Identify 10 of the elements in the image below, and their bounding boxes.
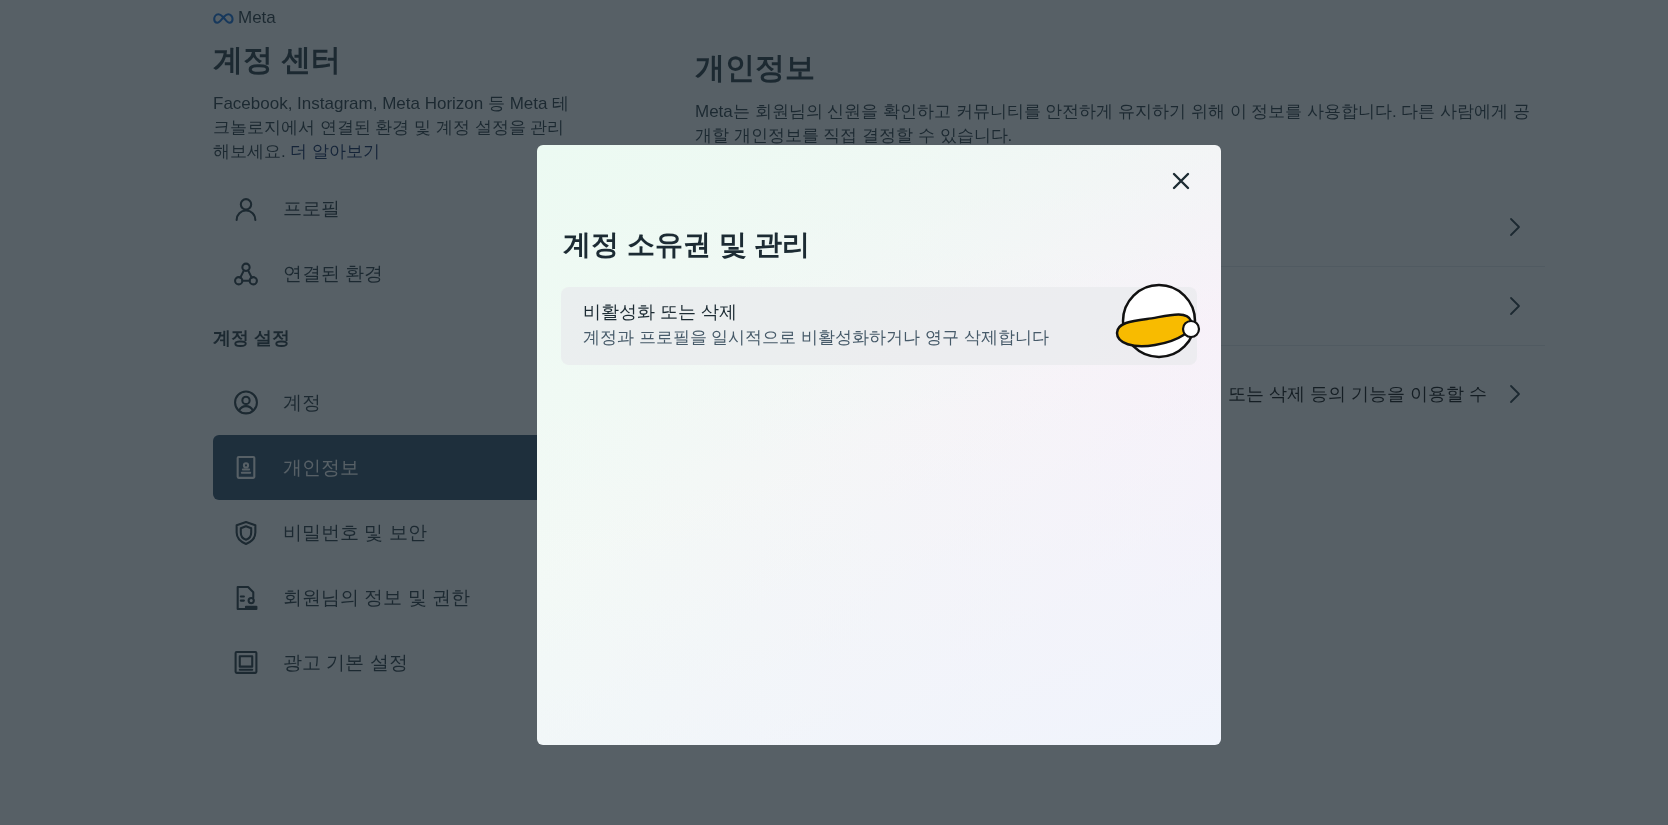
section-heading: 계정 설정: [213, 327, 290, 350]
option-description: 계정과 프로필을 일시적으로 비활성화하거나 영구 삭제합니다: [583, 327, 1050, 349]
logo-text: Meta: [238, 8, 276, 28]
close-icon: [1172, 172, 1190, 190]
option-title: 비활성화 또는 삭제: [583, 301, 738, 324]
description-text: Meta는 회원님의 신원을 확인하고 커뮤니티를 안전하게 유지하기 위해 이 정보를 사용합니다. 다른 사람에게 공개할 개인정보를 직접 결정할 수 있습니다.: [695, 101, 1531, 147]
section-title: 개인정보: [695, 50, 816, 86]
row-text: 또는 삭제 등의 기능을 이용할 수: [1228, 383, 1487, 406]
page-title: 계정 센터: [213, 42, 343, 78]
dialog-title: 계정 소유권 및 관리: [563, 228, 812, 262]
